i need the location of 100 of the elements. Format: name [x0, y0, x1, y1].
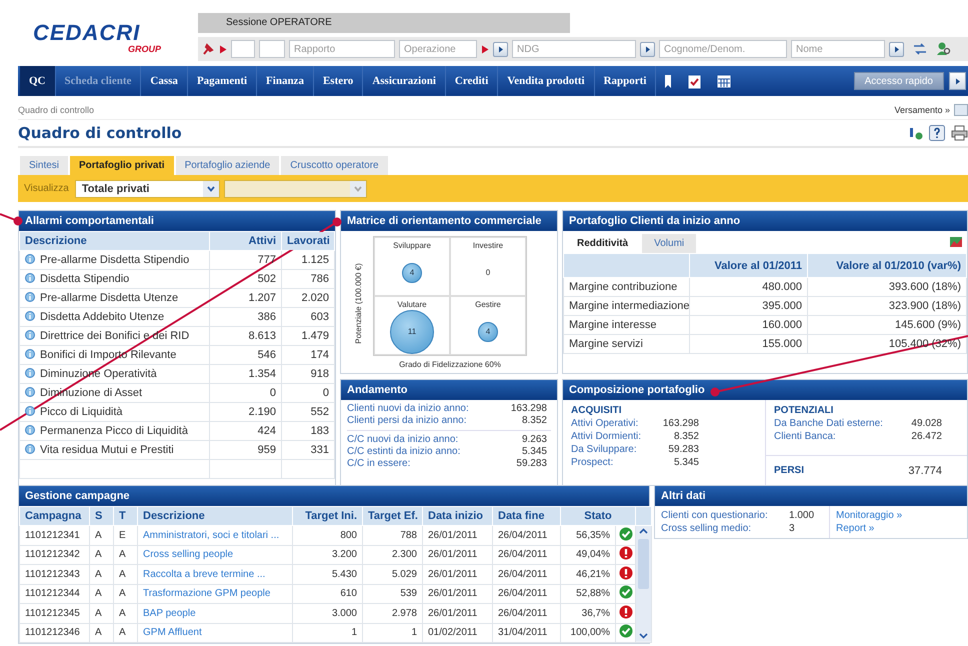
table-cell: 1.479 — [282, 326, 334, 346]
table-cell: A — [114, 545, 138, 564]
info-icon[interactable] — [25, 254, 35, 264]
triangle-icon — [954, 78, 961, 84]
table-cell: A — [90, 564, 114, 584]
table-cell: 49,04% — [560, 545, 616, 564]
info-icon[interactable] — [25, 292, 35, 302]
table-cell: 26/01/2011 — [422, 526, 492, 545]
info-icon[interactable] — [25, 425, 35, 435]
campaign-link[interactable]: Amministratori, soci e titolari ... — [143, 530, 280, 541]
transfer-icon[interactable] — [912, 42, 928, 56]
stat-label: Clienti Banca: — [774, 430, 837, 443]
nav-item[interactable]: Pagamenti — [188, 66, 258, 96]
quadrant-label: Valutare — [397, 300, 427, 309]
table-cell: 393.600 (18%) — [808, 278, 966, 296]
user-search-icon[interactable] — [936, 41, 952, 57]
input-field[interactable]: Cognome/Denom. — [659, 40, 787, 58]
campaign-link[interactable]: Trasformazione GPM people — [143, 588, 270, 600]
breadcrumb: Quadro di controllo — [18, 104, 94, 114]
info-icon[interactable] — [25, 330, 35, 340]
pin-icon[interactable] — [201, 42, 215, 56]
quick-access-button[interactable]: Accesso rapido — [854, 72, 944, 90]
input-field[interactable]: Operazione — [399, 40, 477, 58]
alarm-name: Permanenza Picco di Liquidità — [40, 425, 188, 437]
info-icon[interactable] — [25, 406, 35, 416]
link[interactable]: Report » — [836, 522, 874, 535]
bubble: 4 — [478, 322, 498, 342]
campaign-link[interactable]: Cross selling people — [143, 549, 234, 560]
alarm-name: Vita residua Mutui e Prestiti — [40, 444, 174, 456]
table-cell: 1101212343 — [20, 564, 90, 584]
dropdown[interactable]: Totale privati — [74, 180, 220, 198]
tab[interactable]: Sintesi — [20, 156, 68, 175]
nav-item[interactable]: Assicurazioni — [363, 66, 446, 96]
tab[interactable]: Volumi — [642, 234, 696, 253]
tab[interactable]: Cruscotto operatore — [281, 156, 388, 175]
logo-subtitle: GROUP — [128, 44, 162, 54]
table-cell: 424 — [210, 422, 282, 440]
info-icon[interactable] — [25, 444, 35, 454]
table-cell: Margine servizi — [564, 334, 690, 354]
campaign-link[interactable]: Raccolta a breve termine ... — [143, 568, 266, 580]
alarm-name: Picco di Liquidità — [40, 406, 123, 418]
table-cell: 145.600 (9%) — [808, 316, 966, 334]
nav-item[interactable]: Finanza — [257, 66, 314, 96]
clipboard-icon[interactable] — [688, 74, 702, 88]
help-icon[interactable] — [929, 125, 945, 141]
chart-add-icon[interactable] — [909, 126, 923, 140]
page-title: Quadro di controllo — [18, 124, 182, 142]
go-button[interactable] — [493, 42, 508, 56]
versamento-link[interactable]: Versamento » — [894, 104, 950, 114]
scrollbar[interactable] — [636, 526, 651, 641]
input-field[interactable]: NDG — [512, 40, 636, 58]
table-cell: 800 — [292, 526, 362, 545]
logo-text: CEDACRI — [33, 22, 140, 44]
table-cell: A — [90, 604, 114, 623]
column-header: S — [90, 506, 114, 526]
info-icon[interactable] — [25, 349, 35, 359]
link[interactable]: Monitoraggio » — [836, 509, 902, 522]
table-cell: 777 — [210, 250, 282, 270]
table-cell: A — [90, 623, 114, 642]
stat-value: 3 — [789, 522, 795, 535]
input-field[interactable]: Nome — [791, 40, 885, 58]
stat-value: 37.774 — [907, 464, 942, 476]
scroll-up-icon[interactable] — [639, 528, 648, 534]
input-field[interactable] — [259, 40, 285, 58]
info-icon[interactable] — [25, 387, 35, 397]
stat-label: C/C in essere: — [347, 458, 410, 470]
info-icon[interactable] — [25, 311, 35, 321]
calendar-icon[interactable] — [717, 74, 732, 88]
go-button[interactable] — [640, 42, 655, 56]
go-button[interactable] — [949, 72, 966, 90]
nav-item[interactable]: Cassa — [141, 66, 188, 96]
campaign-link[interactable]: BAP people — [143, 608, 196, 619]
info-icon[interactable] — [25, 368, 35, 378]
nav-item[interactable]: Crediti — [446, 66, 498, 96]
scroll-down-icon[interactable] — [639, 633, 648, 639]
input-field[interactable]: Rapporto — [289, 40, 395, 58]
nav-item[interactable]: Vendita prodotti — [498, 66, 595, 96]
input-field[interactable] — [231, 40, 255, 58]
table-cell: 56,35% — [560, 526, 616, 545]
table-cell: 788 — [362, 526, 422, 545]
table-cell: 174 — [282, 346, 334, 364]
campaign-link[interactable]: GPM Affluent — [143, 627, 202, 638]
print-icon[interactable] — [951, 125, 968, 141]
nav-item[interactable]: QC — [20, 66, 56, 96]
section-title: POTENZIALI — [774, 404, 834, 417]
table-cell: 1.125 — [282, 250, 334, 270]
nav-item[interactable]: Estero — [314, 66, 364, 96]
table-cell: 2.978 — [362, 604, 422, 623]
tab[interactable]: Portafoglio privati — [70, 156, 174, 175]
table-cell: 5.029 — [362, 564, 422, 584]
go-button[interactable] — [889, 42, 904, 56]
table-cell: 1101212345 — [20, 604, 90, 623]
stat-value: 59.283 — [516, 458, 547, 470]
info-icon[interactable] — [25, 273, 35, 283]
tab[interactable]: Portafoglio aziende — [176, 156, 280, 175]
bookmark-icon[interactable] — [664, 74, 672, 88]
nav-item[interactable]: Rapporti — [594, 66, 656, 96]
alarm-name: Pre-allarme Disdetta Stipendio — [40, 254, 190, 266]
chart-icon[interactable] — [949, 236, 963, 248]
table-cell: 3.000 — [292, 604, 362, 623]
